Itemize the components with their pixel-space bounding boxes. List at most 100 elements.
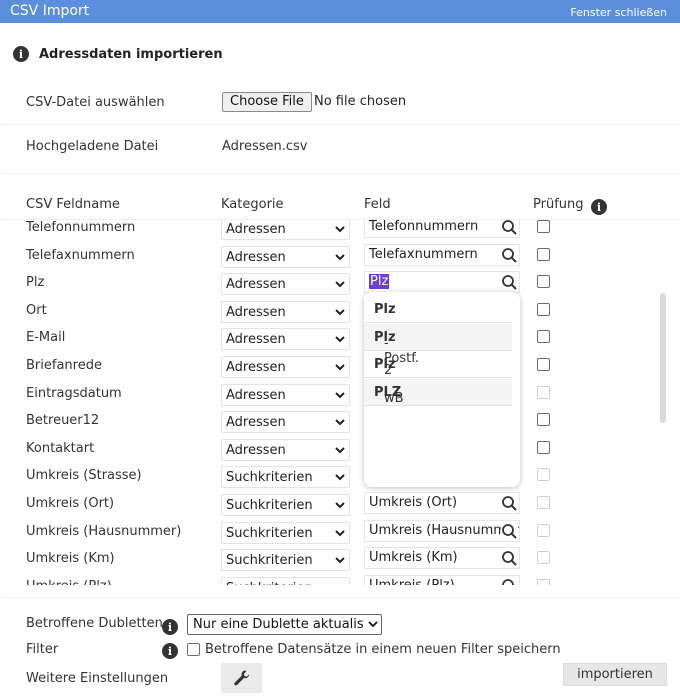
category-select[interactable]: Adressen [221,383,350,406]
chevron-down-icon [335,502,345,509]
category-select[interactable]: Adressen [221,273,350,296]
csv-field-name: Umkreis (Hausnummer) [26,523,182,539]
chevron-down-icon [335,253,345,261]
table-row: Telefonnummern Adressen Telefonnummern [0,220,680,244]
table-row: Plz Adressen Plz [0,271,680,299]
chevron-down-icon [335,419,345,426]
csv-field-name: Umkreis (Strasse) [26,468,142,484]
category-select[interactable]: Suchkriterien [221,576,350,585]
category-select-value: Suchkriterien [226,525,313,541]
check-checkbox[interactable] [537,247,550,261]
mapping-table: Telefonnummern Adressen Telefonnummern Tele… [0,220,680,585]
chevron-down-icon [335,391,345,399]
uploaded-label: Hochgeladene Datei [26,139,159,154]
search-icon[interactable] [501,495,518,512]
csv-field-name: Eintragsdatum [26,385,122,401]
category-select-value: Adressen [226,360,286,375]
autocomplete-option[interactable]: Plz [364,296,512,323]
table-row: Umkreis (Hausnummer) Suchkriterien Umkreis… [0,519,680,548]
check-checkbox[interactable] [537,358,550,371]
option-match: Plz [374,302,396,317]
category-select[interactable]: Adressen [221,220,350,240]
field-input-value: Umkreis (Ort) [369,495,458,510]
header-category: Kategorie [221,197,284,212]
chevron-down-icon [335,309,345,316]
filter-label: Filter [26,642,59,657]
check-checkbox[interactable] [537,220,550,233]
search-icon[interactable] [501,220,518,236]
check-checkbox[interactable] [537,440,550,454]
category-select-value: Adressen [226,304,286,320]
field-input[interactable]: Umkreis (Plz) [364,574,520,585]
search-icon[interactable] [501,274,518,292]
field-input[interactable]: Telefonnummern [364,220,520,238]
field-input-value: Umkreis (Km) [369,550,458,566]
import-button[interactable]: importieren [563,663,667,686]
field-input[interactable]: Umkreis (Km) [364,547,520,570]
option-suffix: 2 [384,363,393,378]
chevron-down-icon [335,529,345,537]
check-checkbox[interactable] [537,330,550,344]
table-row: Umkreis (Ort) Suchkriterien Umkreis (Ort) [0,492,680,520]
csv-field-name: Briefanrede [26,358,102,373]
file-label: CSV-Datei auswählen [26,95,165,110]
table-row: Umkreis (Strasse) Suchkriterien [0,464,680,492]
csv-field-name: Betreuer12 [26,413,100,429]
field-input[interactable]: Telefaxnummern [364,243,520,266]
category-select-value: Adressen [226,277,286,293]
search-icon[interactable] [501,246,518,264]
divider [0,124,680,125]
category-select[interactable]: Adressen [221,300,350,323]
scrollbar-thumb[interactable] [660,293,666,423]
category-select-value: Suchkriterien [226,553,313,569]
chevron-down-icon [335,281,345,288]
category-select[interactable]: Suchkriterien [221,549,350,572]
category-select[interactable]: Adressen [221,438,350,461]
autocomplete-option[interactable]: wB PLZ [364,378,512,406]
category-select-value: Suchkriterien [226,470,313,486]
duplicates-label: Betroffene Dubletten [26,616,163,631]
duplicates-select[interactable]: Nur eine Dublette aktualisieren [187,614,382,635]
check-checkbox[interactable] [537,413,550,427]
check-checkbox [537,523,550,537]
chevron-down-icon [335,474,345,481]
window-title: CSV Import [10,3,90,19]
csv-field-name: Ort [26,302,47,318]
filter-checkbox[interactable] [187,643,200,656]
category-select[interactable]: Adressen [221,411,350,434]
info-icon: i [13,46,29,62]
field-input[interactable]: Umkreis (Hausnummer) [364,519,520,542]
check-checkbox [537,551,550,565]
table-row: Umkreis (Km) Suchkriterien Umkreis (Km) [0,547,680,575]
category-select-value: Suchkriterien [226,581,313,585]
autocomplete-option[interactable]: Plz 2 [364,351,512,378]
close-window-link[interactable]: Fenster schließen [570,6,667,19]
check-checkbox[interactable] [537,302,550,316]
choose-file-button[interactable]: Choose File [222,92,312,112]
check-checkbox [537,496,550,509]
category-select[interactable]: Suchkriterien [221,494,350,516]
csv-field-name: Telefonnummern [26,220,136,235]
check-info-icon[interactable]: i [591,199,607,215]
more-settings-label: Weitere Einstellungen [26,671,169,686]
field-input[interactable]: Plz [364,271,520,294]
category-select[interactable]: Suchkriterien [221,521,350,544]
filter-checkbox-label: Betroffene Datensätze in einem neuen Fil… [205,642,561,657]
autocomplete-option[interactable]: Plz -Postf. [364,323,512,366]
search-icon[interactable] [501,522,518,540]
check-checkbox [537,385,550,399]
field-input[interactable]: Umkreis (Ort) [364,492,520,514]
category-select[interactable]: Adressen [221,245,350,268]
category-select[interactable]: Adressen [221,328,350,351]
more-settings-button[interactable] [221,663,262,693]
category-select[interactable]: Adressen [221,356,350,378]
table-row: Telefaxnummern Adressen Telefaxnummern [0,243,680,272]
check-checkbox[interactable] [537,275,550,289]
category-select-value: Adressen [226,387,286,403]
search-icon[interactable] [501,550,518,568]
search-icon[interactable] [501,577,518,585]
table-row: Betreuer12 Adressen [0,409,680,437]
category-select[interactable]: Suchkriterien [221,466,350,489]
duplicates-info-icon[interactable]: i [162,619,178,635]
filter-info-icon[interactable]: i [162,643,178,659]
